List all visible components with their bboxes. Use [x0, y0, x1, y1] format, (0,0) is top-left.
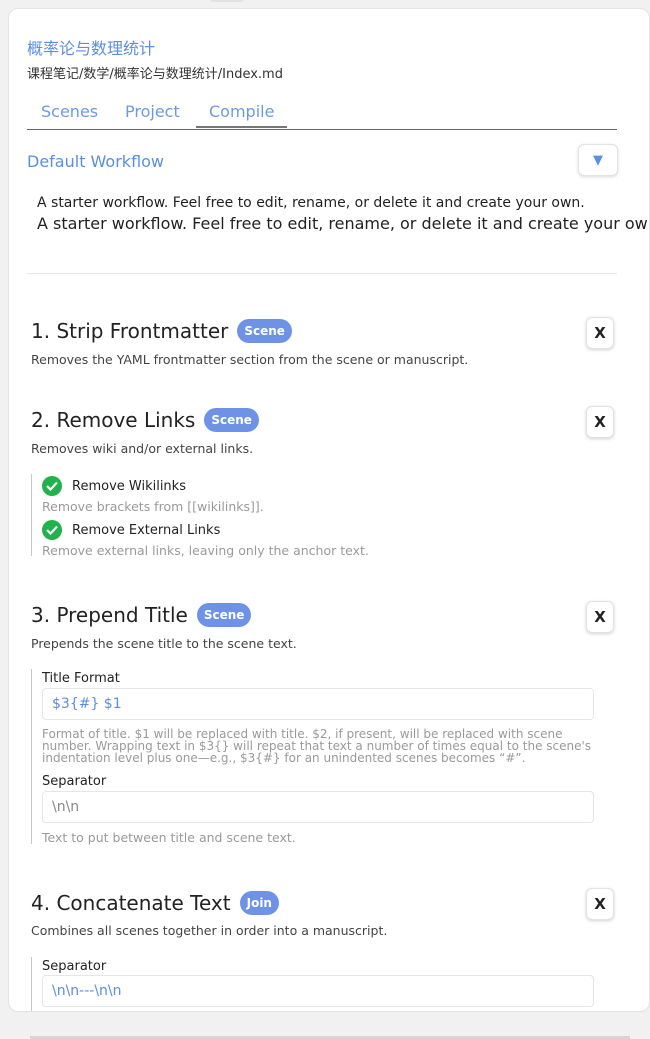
- step-3-badge: Scene: [196, 603, 252, 627]
- remove-external-links-option[interactable]: Remove External Links: [42, 520, 220, 540]
- section-divider: [27, 273, 617, 274]
- remove-wikilinks-label: Remove Wikilinks: [72, 478, 186, 494]
- workflow-name: Default Workflow: [27, 152, 165, 171]
- step-1-title: 1. Strip Frontmatter Scene: [31, 319, 292, 343]
- close-icon: X: [594, 895, 606, 913]
- step-2-title: 2. Remove Links Scene: [31, 408, 259, 432]
- join-separator-input[interactable]: [42, 975, 594, 1007]
- step-3-title-text: 3. Prepend Title: [31, 603, 188, 627]
- remove-external-links-label: Remove External Links: [72, 522, 221, 538]
- step-3-description: Prepends the scene title to the scene te…: [31, 636, 297, 651]
- step-2-options: Remove Wikilinks Remove brackets from [[…: [31, 474, 618, 558]
- workflow-dropdown-button[interactable]: ▼: [578, 144, 618, 176]
- document-path: 课程笔记/数学/概率论与数理统计/Index.md: [27, 67, 283, 82]
- step-4-title: 4. Concatenate Text Join: [31, 891, 279, 915]
- step-3-title: 3. Prepend Title Scene: [31, 603, 252, 627]
- remove-wikilinks-description: Remove brackets from [[wikilinks]].: [42, 499, 264, 514]
- step-2-description: Removes wiki and/or external links.: [31, 441, 254, 456]
- chevron-down-icon: ▼: [593, 152, 603, 168]
- close-icon: X: [594, 413, 606, 431]
- step-4-badge: Join: [239, 891, 279, 915]
- separator-help: Text to put between title and scene text…: [42, 830, 296, 845]
- step-1-badge: Scene: [237, 319, 292, 343]
- tab-scenes[interactable]: Scenes: [41, 102, 98, 121]
- workflow-description: A starter workflow. Feel free to edit, r…: [37, 195, 585, 211]
- workflow-description-editor[interactable]: A starter workflow. Feel free to edit, r…: [37, 214, 649, 233]
- remove-external-links-description: Remove external links, leaving only the …: [42, 543, 369, 558]
- compile-panel: 概率论与数理统计 课程笔记/数学/概率论与数理统计/Index.md Scene…: [8, 8, 650, 1012]
- title-format-label: Title Format: [42, 671, 120, 686]
- step-1-title-text: 1. Strip Frontmatter: [31, 319, 229, 343]
- checkmark-icon[interactable]: [42, 520, 62, 540]
- step-3-remove-button[interactable]: X: [586, 601, 614, 633]
- step-2-remove-button[interactable]: X: [586, 406, 614, 438]
- document-title[interactable]: 概率论与数理统计: [27, 35, 155, 59]
- step-3-options: Title Format Format of title. $1 will be…: [31, 669, 618, 845]
- step-2-badge: Scene: [204, 408, 259, 432]
- step-2-title-text: 2. Remove Links: [31, 408, 196, 432]
- top-drag-handle[interactable]: [210, 0, 244, 2]
- tab-project[interactable]: Project: [125, 102, 180, 121]
- remove-wikilinks-option[interactable]: Remove Wikilinks: [42, 476, 186, 496]
- close-icon: X: [594, 324, 606, 342]
- tab-compile[interactable]: Compile: [196, 102, 288, 128]
- step-1-description: Removes the YAML frontmatter section fro…: [31, 352, 469, 367]
- step-1-remove-button[interactable]: X: [586, 317, 614, 349]
- separator-label: Separator: [42, 774, 107, 789]
- step-4-options: Separator: [31, 957, 618, 1011]
- tab-bar: Scenes Project Compile: [27, 99, 617, 130]
- title-format-input[interactable]: [42, 688, 594, 720]
- step-4-description: Combines all scenes together in order in…: [31, 923, 388, 938]
- close-icon: X: [594, 608, 606, 626]
- join-separator-label: Separator: [42, 959, 107, 974]
- checkmark-icon[interactable]: [42, 476, 62, 496]
- title-format-help: Format of title. $1 will be replaced wit…: [42, 728, 597, 764]
- title-format-help-line-3: indentation level plus one—e.g., $3{#} f…: [42, 751, 526, 765]
- step-4-title-text: 4. Concatenate Text: [31, 891, 231, 915]
- step-4-remove-button[interactable]: X: [586, 888, 614, 920]
- separator-input[interactable]: [42, 791, 594, 823]
